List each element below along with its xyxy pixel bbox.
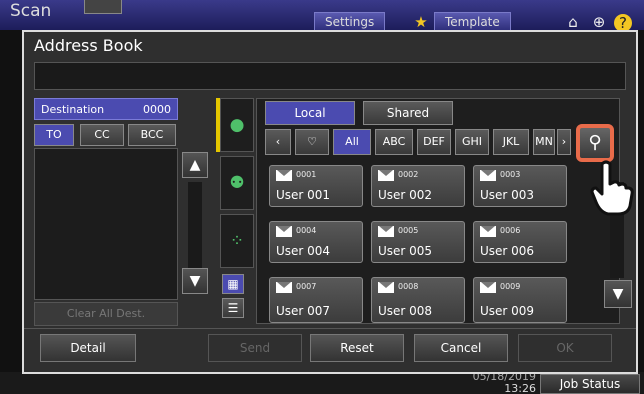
envelope-icon: [480, 170, 496, 181]
envelope-icon: [378, 170, 394, 181]
tab-bcc[interactable]: BCC: [128, 124, 176, 146]
user-tile[interactable]: 0007 User 007: [269, 277, 363, 323]
user-tile[interactable]: 0008 User 008: [371, 277, 465, 323]
envelope-icon: [378, 282, 394, 293]
reset-button[interactable]: Reset: [310, 334, 404, 362]
template-button[interactable]: Template: [434, 12, 511, 32]
scan-indicator-box: [84, 0, 122, 14]
destination-label: Destination: [41, 103, 105, 116]
address-book-dialog: Address Book Destination 0000 TO CC BCC …: [22, 30, 638, 374]
user-name: User 006: [480, 244, 535, 258]
dest-scrollbar[interactable]: [188, 182, 202, 272]
envelope-icon: [480, 282, 496, 293]
user-tile[interactable]: 0001 User 001: [269, 165, 363, 207]
index-tab-def[interactable]: DEF: [417, 129, 451, 155]
list-view-icon[interactable]: ☰: [222, 298, 244, 318]
index-tab-abc[interactable]: ABC: [375, 129, 413, 155]
user-name: User 008: [378, 304, 433, 318]
scan-title: Scan: [10, 1, 52, 21]
user-tile[interactable]: 0009 User 009: [473, 277, 567, 323]
user-tile[interactable]: 0006 User 006: [473, 221, 567, 263]
user-number: 0001: [296, 170, 317, 179]
index-tab-all[interactable]: All: [333, 129, 371, 155]
user-number: 0002: [398, 170, 419, 179]
divider: [24, 328, 636, 329]
user-tile[interactable]: 0004 User 004: [269, 221, 363, 263]
user-name: User 003: [480, 188, 535, 202]
clock-time: 13:26: [504, 382, 536, 394]
destination-header: Destination 0000: [34, 98, 178, 120]
person-icon[interactable]: ●: [220, 98, 254, 152]
group-icon[interactable]: ⚉: [220, 156, 254, 210]
envelope-icon: [276, 282, 292, 293]
home-icon[interactable]: ⌂: [562, 12, 584, 32]
user-number: 0005: [398, 226, 419, 235]
cancel-button[interactable]: Cancel: [414, 334, 508, 362]
detail-button[interactable]: Detail: [40, 334, 136, 362]
ok-button[interactable]: OK: [518, 334, 612, 362]
envelope-icon: [480, 226, 496, 237]
clear-all-dest-button[interactable]: Clear All Dest.: [34, 302, 178, 326]
address-panel: Local Shared ‹ ♡ All ABC DEF GHI JKL MN …: [256, 98, 620, 324]
index-next-button[interactable]: ›: [557, 129, 571, 155]
user-tile[interactable]: 0003 User 003: [473, 165, 567, 207]
destination-entry-field[interactable]: [34, 62, 626, 90]
destination-count: 0000: [143, 103, 171, 116]
envelope-icon: [276, 226, 292, 237]
dest-scroll-down-button[interactable]: ▼: [182, 268, 208, 294]
tab-local[interactable]: Local: [265, 101, 355, 125]
job-status-button[interactable]: Job Status: [540, 374, 640, 394]
user-number: 0008: [398, 282, 419, 291]
dialog-title: Address Book: [34, 36, 143, 55]
hand-pointer-icon: [590, 160, 634, 216]
globe-icon[interactable]: ⊕: [588, 12, 610, 32]
user-name: User 005: [378, 244, 433, 258]
dest-type-tabs: TO CC BCC: [34, 124, 178, 146]
user-tile[interactable]: 0002 User 002: [371, 165, 465, 207]
index-tab-ghi[interactable]: GHI: [455, 129, 489, 155]
clock: 05/18/2019 13:26: [452, 371, 536, 394]
destination-list: [34, 148, 178, 300]
keypad-icon[interactable]: ⁘: [220, 214, 254, 268]
settings-button[interactable]: Settings: [314, 12, 386, 32]
send-button[interactable]: Send: [208, 334, 302, 362]
envelope-icon: [378, 226, 394, 237]
user-name: User 004: [276, 244, 331, 258]
user-name: User 007: [276, 304, 331, 318]
list-scroll-down-button[interactable]: ▼: [604, 280, 632, 308]
search-icon[interactable]: ⚲: [576, 124, 614, 162]
tab-cc[interactable]: CC: [80, 124, 124, 146]
user-number: 0009: [500, 282, 521, 291]
user-number: 0007: [296, 282, 317, 291]
tab-to[interactable]: TO: [34, 124, 74, 146]
user-name: User 009: [480, 304, 535, 318]
user-number: 0004: [296, 226, 317, 235]
user-tile[interactable]: 0005 User 005: [371, 221, 465, 263]
favorite-icon[interactable]: ♡: [295, 129, 329, 155]
star-icon[interactable]: ★: [410, 12, 432, 32]
user-name: User 001: [276, 188, 331, 202]
user-name: User 002: [378, 188, 433, 202]
dest-scroll-up-button[interactable]: ▲: [182, 152, 208, 178]
grid-view-icon[interactable]: ▦: [222, 274, 244, 294]
index-prev-button[interactable]: ‹: [265, 129, 291, 155]
user-number: 0006: [500, 226, 521, 235]
index-tab-mn[interactable]: MN: [533, 129, 555, 155]
tab-shared[interactable]: Shared: [363, 101, 453, 125]
index-tab-jkl[interactable]: JKL: [493, 129, 529, 155]
user-number: 0003: [500, 170, 521, 179]
envelope-icon: [276, 170, 292, 181]
